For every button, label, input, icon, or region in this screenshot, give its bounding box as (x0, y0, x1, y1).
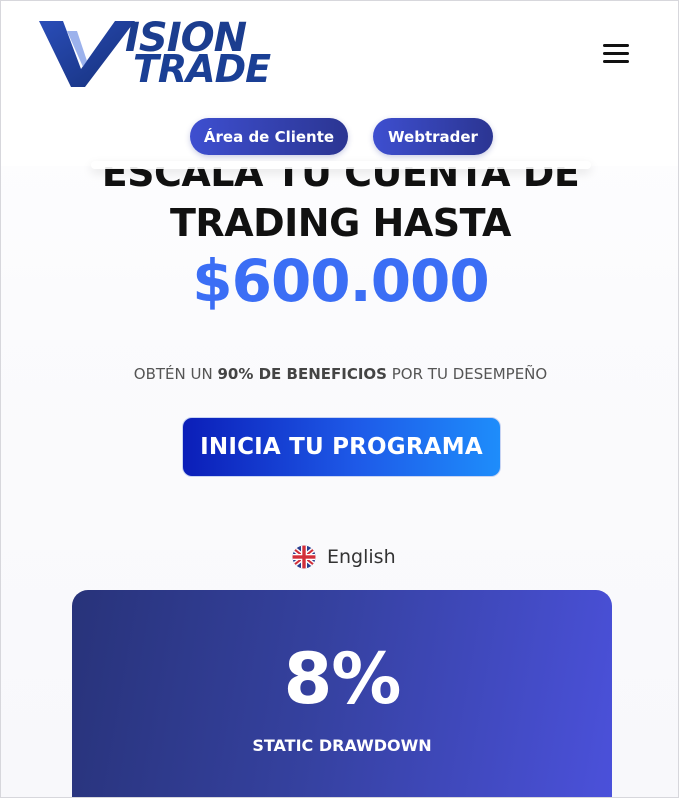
language-selector[interactable]: English (289, 544, 396, 570)
stat-label: STATIC DRAWDOWN (252, 736, 432, 755)
hero-subtitle: OBTÉN UN 90% DE BENEFICIOS POR TU DESEMP… (1, 365, 678, 383)
logo-v-mark (39, 21, 135, 87)
language-label: English (327, 546, 396, 568)
uk-flag-icon (292, 545, 316, 569)
drawdown-card: 8% STATIC DRAWDOWN (72, 590, 612, 797)
page-frame: ISION TRADE Área de Cliente Webtrader ES… (0, 0, 679, 798)
hamburger-menu-icon[interactable] (603, 42, 631, 64)
site-header: ISION TRADE Área de Cliente Webtrader (1, 1, 678, 166)
subtitle-post: POR TU DESEMPEÑO (386, 365, 548, 383)
hero-title-line2: TRADING HASTA (170, 201, 511, 245)
header-divider (91, 161, 591, 169)
subtitle-pre: OBTÉN UN (133, 365, 218, 383)
subtitle-bold: 90% DE BENEFICIOS (217, 365, 387, 383)
logo-text-bottom: TRADE (133, 47, 271, 91)
stat-value: 8% (283, 638, 402, 720)
webtrader-button[interactable]: Webtrader (373, 118, 493, 155)
logo[interactable]: ISION TRADE (37, 15, 305, 91)
start-program-button[interactable]: INICIA TU PROGRAMA (182, 417, 501, 477)
hero-amount: $600.000 (192, 247, 490, 315)
client-area-button[interactable]: Área de Cliente (190, 118, 348, 155)
